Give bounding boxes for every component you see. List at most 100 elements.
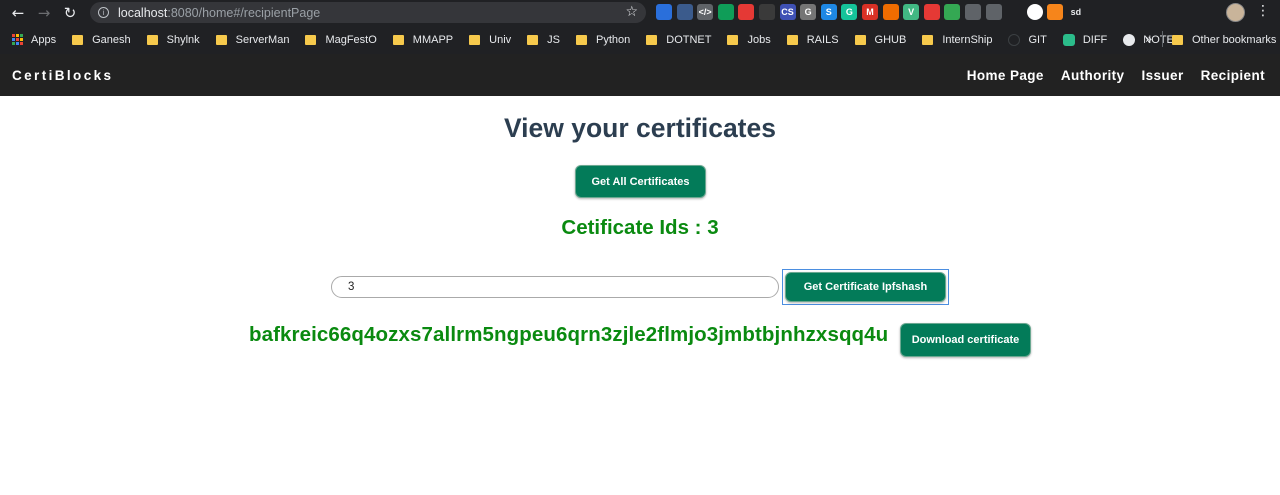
bookmark-label: Python	[596, 33, 631, 46]
gmail-icon[interactable]: M	[861, 4, 878, 20]
ext-swirl-icon[interactable]	[1026, 4, 1043, 20]
ext-blue-icon[interactable]	[656, 4, 672, 20]
folder-icon	[922, 34, 934, 45]
bookmark-folder[interactable]: ServerMan	[215, 33, 290, 46]
vue-icon[interactable]: V	[903, 4, 920, 20]
metamask-icon[interactable]	[1047, 4, 1064, 20]
nav-issuer[interactable]: Issuer	[1141, 68, 1183, 83]
back-arrow-icon[interactable]: ←	[7, 2, 29, 24]
bookmark-label: Apps	[31, 33, 57, 46]
diffchecker-icon	[1062, 33, 1075, 46]
bookmark-folder[interactable]: Univ	[469, 34, 511, 46]
url-host: localhost	[118, 5, 168, 20]
bookmark-star-icon[interactable]: ☆	[625, 4, 638, 20]
focus-ring: Get Certificate Ipfshash	[782, 269, 949, 305]
bookmark-label: Univ	[489, 33, 512, 46]
ipfs-hash-text: bafkreic66q4ozxs7allrm5ngpeu6qrn3zjle2fl…	[249, 323, 889, 346]
bookmark-label: InternShip	[942, 33, 993, 46]
bookmark-diff[interactable]: DIFF	[1062, 33, 1108, 46]
folder-icon	[146, 34, 158, 45]
nav-links: Home Page Authority Issuer Recipient	[967, 68, 1265, 83]
bookmark-folder[interactable]: Jobs	[727, 34, 771, 46]
bookmark-folder[interactable]: MagFestO	[305, 33, 377, 46]
profile-avatar[interactable]	[1226, 3, 1245, 22]
page-title: View your certificates	[503, 113, 776, 143]
google-drive-icon[interactable]	[717, 4, 734, 20]
bookmarks-overflow-chevron-icon[interactable]: »	[1145, 32, 1152, 46]
folder-icon	[727, 34, 739, 45]
bookmark-folder[interactable]: DOTNET	[646, 34, 711, 46]
site-info-icon[interactable]: i	[98, 7, 109, 18]
certificate-id-input[interactable]	[331, 276, 779, 298]
bookmark-other[interactable]: Other bookmarks	[1172, 25, 1276, 54]
folder-icon	[469, 34, 481, 45]
recipient-page: View your certificates Get All Certifica…	[0, 96, 1280, 495]
folder-icon	[215, 34, 227, 45]
bookmark-label: Other bookmarks	[1192, 33, 1277, 46]
ext-cs-icon[interactable]: CS	[779, 4, 796, 20]
browser-menu-icon[interactable]: ⋮	[1256, 3, 1270, 19]
bookmark-folder[interactable]: GHUB	[854, 33, 907, 46]
bookmark-folder[interactable]: JS	[527, 34, 560, 46]
ext-green-mail-icon[interactable]	[944, 4, 961, 20]
nav-home-page[interactable]: Home Page	[967, 68, 1044, 83]
ext-pen-icon[interactable]	[758, 4, 775, 20]
folder-icon	[527, 34, 539, 45]
ext-chart-icon[interactable]	[676, 4, 693, 20]
bookmark-label: MagFestO	[325, 33, 377, 46]
grammarly-icon[interactable]: G	[841, 4, 858, 20]
globe-icon	[1123, 33, 1136, 46]
bookmark-label: DOTNET	[666, 33, 712, 46]
url-text[interactable]: localhost:8080/home#/recipientPage	[118, 6, 320, 20]
reload-icon[interactable]: ↻	[59, 2, 81, 24]
bookmarks-bar: Apps Ganesh Shylnk ServerMan MagFestO MMAPP U…	[0, 25, 1280, 54]
bookmark-label: RAILS	[806, 33, 839, 46]
bookmark-apps[interactable]: Apps	[12, 33, 57, 46]
ext-code-icon[interactable]: </>	[697, 4, 714, 20]
bookmark-folder[interactable]: Shylnk	[146, 33, 200, 46]
ext-orange-icon[interactable]	[882, 4, 899, 20]
get-all-certificates-button[interactable]: Get All Certificates	[575, 165, 706, 198]
ext-red-hand-icon[interactable]	[738, 4, 755, 20]
folder-icon	[854, 34, 866, 45]
bookmark-label: Shylnk	[166, 33, 200, 46]
bookmark-label: Ganesh	[92, 33, 131, 46]
ext-sd-icon[interactable]: sd	[1067, 4, 1084, 20]
bookmark-label: GIT	[1028, 33, 1047, 46]
forward-arrow-icon[interactable]: →	[33, 2, 55, 24]
ext-gray-icon[interactable]	[985, 4, 1002, 20]
download-certificate-button[interactable]: Download certificate	[900, 323, 1031, 357]
app-navbar: CertiBlocks Home Page Authority Issuer R…	[0, 54, 1280, 96]
bookmark-folder[interactable]: Ganesh	[72, 34, 131, 46]
nav-recipient[interactable]: Recipient	[1201, 68, 1265, 83]
bookmark-git[interactable]: GIT	[1008, 33, 1047, 46]
apps-grid-icon	[12, 33, 24, 46]
nav-authority[interactable]: Authority	[1061, 68, 1125, 83]
get-certificate-ipfshash-button[interactable]: Get Certificate Ipfshash	[785, 272, 946, 302]
address-bar[interactable]: i localhost:8080/home#/recipientPage ☆	[90, 2, 646, 23]
brand-logo-text[interactable]: CertiBlocks	[12, 68, 113, 83]
ext-red-r-icon[interactable]	[923, 4, 940, 20]
folder-icon	[305, 34, 317, 45]
bookmark-label: GHUB	[874, 33, 907, 46]
folder-icon	[576, 34, 587, 45]
ext-g-icon[interactable]: G	[800, 4, 817, 20]
bookmark-folder[interactable]: RAILS	[786, 33, 839, 46]
bookmark-label: DIFF	[1082, 33, 1108, 46]
folder-icon	[392, 34, 404, 45]
ext-download-icon[interactable]	[964, 4, 981, 20]
bookmark-folder[interactable]: Python	[576, 34, 630, 46]
bookmark-folder[interactable]: MMAPP	[392, 34, 453, 46]
bookmark-folders: Ganesh Shylnk ServerMan MagFestO MMAPP Univ JS…	[72, 34, 1008, 46]
bookmark-folder[interactable]: InternShip	[922, 34, 992, 46]
github-icon	[1008, 33, 1021, 46]
bookmark-label: JS	[547, 33, 560, 46]
react-icon[interactable]	[1006, 4, 1023, 20]
bookmarks-divider	[1162, 31, 1163, 47]
certificate-ids-label: Cetificate Ids : 3	[561, 216, 719, 239]
extensions-bar: </> CS G S G M Vsd	[656, 4, 1084, 20]
ext-s-icon[interactable]: S	[820, 4, 837, 20]
folder-icon	[72, 34, 84, 45]
url-path: :8080/home#/recipientPage	[167, 5, 321, 20]
bookmark-label: ServerMan	[235, 33, 290, 46]
